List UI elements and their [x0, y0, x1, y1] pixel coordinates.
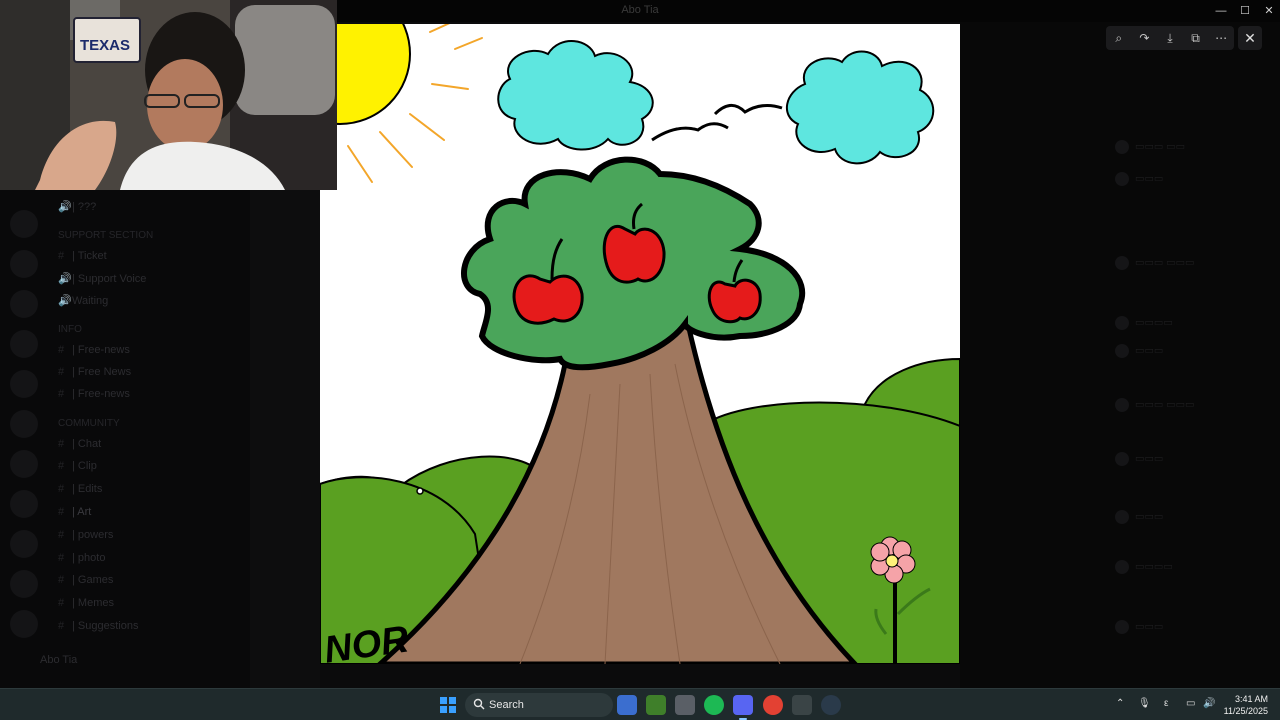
member-item[interactable]: ▭▭▭ ▭▭	[1115, 140, 1185, 154]
channel-item[interactable]: # | Memes	[58, 597, 114, 613]
user-name: Abo Tia	[40, 654, 78, 666]
search-icon	[473, 698, 485, 710]
server-icon[interactable]	[10, 450, 38, 478]
more-icon[interactable]: ⋯	[1211, 28, 1231, 48]
member-item[interactable]: ▭▭▭	[1115, 510, 1163, 524]
server-icon[interactable]	[10, 330, 38, 358]
chrome-icon[interactable]	[763, 695, 783, 715]
start-button[interactable]	[440, 697, 456, 713]
server-icon[interactable]	[10, 410, 38, 438]
channel-item[interactable]: # | powers	[58, 529, 113, 545]
server-icon[interactable]	[10, 370, 38, 398]
server-icon[interactable]	[10, 490, 38, 518]
channel-item[interactable]: 🔊| Support Voice	[58, 272, 146, 288]
member-item[interactable]: ▭▭▭	[1115, 172, 1163, 186]
close-icon[interactable]: ✕	[1238, 26, 1262, 50]
webcam-feed: TEXAS	[0, 0, 337, 190]
steam-icon[interactable]	[821, 695, 841, 715]
close-window-button[interactable]: ✕	[1256, 0, 1280, 22]
minimize-button[interactable]: —	[1208, 0, 1234, 22]
taskbar-clock[interactable]: 3:41 AM 11/25/2025	[1224, 693, 1268, 717]
channel-item[interactable]: # | Games	[58, 574, 113, 590]
network-icon[interactable]: ▭	[1186, 698, 1195, 709]
drawing-canvas: NOR	[320, 24, 960, 664]
channel-item[interactable]: # | Free-news	[58, 344, 130, 360]
channel-item[interactable]: # | Clip	[58, 460, 97, 476]
screen: Abo Tia — ☐ ✕ 🔊| ??? SUPPORT SECTION # | …	[0, 0, 1280, 720]
channel-item[interactable]: # | Suggestions	[58, 620, 138, 636]
channel-item[interactable]: # | Edits	[58, 483, 102, 499]
app-icon[interactable]	[675, 695, 695, 715]
channel-item[interactable]: # | Free News	[58, 366, 131, 382]
maximize-button[interactable]: ☐	[1232, 0, 1258, 22]
channel-item[interactable]: 🔊Waiting	[58, 294, 108, 310]
clock-date: 11/25/2025	[1223, 706, 1268, 716]
image-viewer[interactable]: NOR	[320, 24, 960, 664]
channel-category[interactable]: INFO	[58, 324, 82, 340]
channel-item[interactable]: # | Chat	[58, 438, 101, 454]
zoom-icon[interactable]: ⌕	[1109, 28, 1129, 48]
channel-category[interactable]: SUPPORT SECTION	[58, 230, 153, 246]
channel-item[interactable]: # | photo	[58, 552, 105, 568]
discord-icon[interactable]	[733, 695, 753, 720]
bird	[651, 122, 729, 142]
minecraft-icon[interactable]	[646, 695, 666, 715]
channel-item[interactable]: # | Free-news	[58, 388, 130, 404]
member-item[interactable]: ▭▭▭▭	[1115, 316, 1173, 330]
server-icon[interactable]	[10, 290, 38, 318]
file-explorer-icon[interactable]	[617, 695, 637, 715]
server-icon[interactable]	[10, 250, 38, 278]
member-item[interactable]: ▭▭▭ ▭▭▭	[1115, 398, 1194, 412]
server-icon[interactable]	[10, 610, 38, 638]
member-item[interactable]: ▭▭▭	[1115, 452, 1163, 466]
microphone-icon[interactable]: 🎙	[1138, 698, 1151, 709]
server-icon[interactable]	[10, 570, 38, 598]
bird	[713, 103, 783, 116]
server-rail	[0, 190, 48, 660]
download-icon[interactable]: ⤓	[1160, 28, 1180, 48]
cloud-right	[785, 50, 935, 165]
taskbar-search[interactable]: Search	[465, 693, 613, 717]
taskbar: Search ⌃ 🎙 ε ▭ 🔊 3:41 AM 11/25/2025	[0, 688, 1280, 720]
clock-time: 3:41 AM	[1234, 694, 1268, 704]
channel-category[interactable]: COMMUNITY	[58, 418, 120, 434]
spotify-icon[interactable]	[704, 695, 724, 715]
redo-icon[interactable]: ↷	[1134, 28, 1154, 48]
search-placeholder: Search	[489, 699, 524, 711]
member-item[interactable]: ▭▭▭	[1115, 344, 1163, 358]
plate-text: TEXAS	[80, 37, 130, 54]
cloud-left	[497, 40, 654, 151]
xbox-icon[interactable]	[792, 695, 812, 715]
tray-chevron-icon[interactable]: ⌃	[1116, 698, 1124, 709]
member-item[interactable]: ▭▭▭ ▭▭▭	[1115, 256, 1194, 270]
channel-item[interactable]: # | Ticket	[58, 250, 107, 266]
language-icon[interactable]: ε	[1164, 698, 1168, 709]
open-external-icon[interactable]: ⧉	[1186, 28, 1206, 48]
channel-item[interactable]: 🔊| ???	[58, 200, 96, 216]
member-item[interactable]: ▭▭▭	[1115, 620, 1163, 634]
channel-item-active[interactable]: # | Art	[58, 506, 91, 522]
webcam-overlay: TEXAS	[0, 0, 337, 190]
server-icon[interactable]	[10, 210, 38, 238]
server-icon[interactable]	[10, 530, 38, 558]
volume-icon[interactable]: 🔊	[1203, 698, 1215, 709]
viewer-toolbar: ⌕ ↷ ⤓ ⧉ ⋯	[1106, 26, 1234, 50]
cursor-icon	[416, 487, 424, 495]
member-item[interactable]: ▭▭▭▭	[1115, 560, 1173, 574]
